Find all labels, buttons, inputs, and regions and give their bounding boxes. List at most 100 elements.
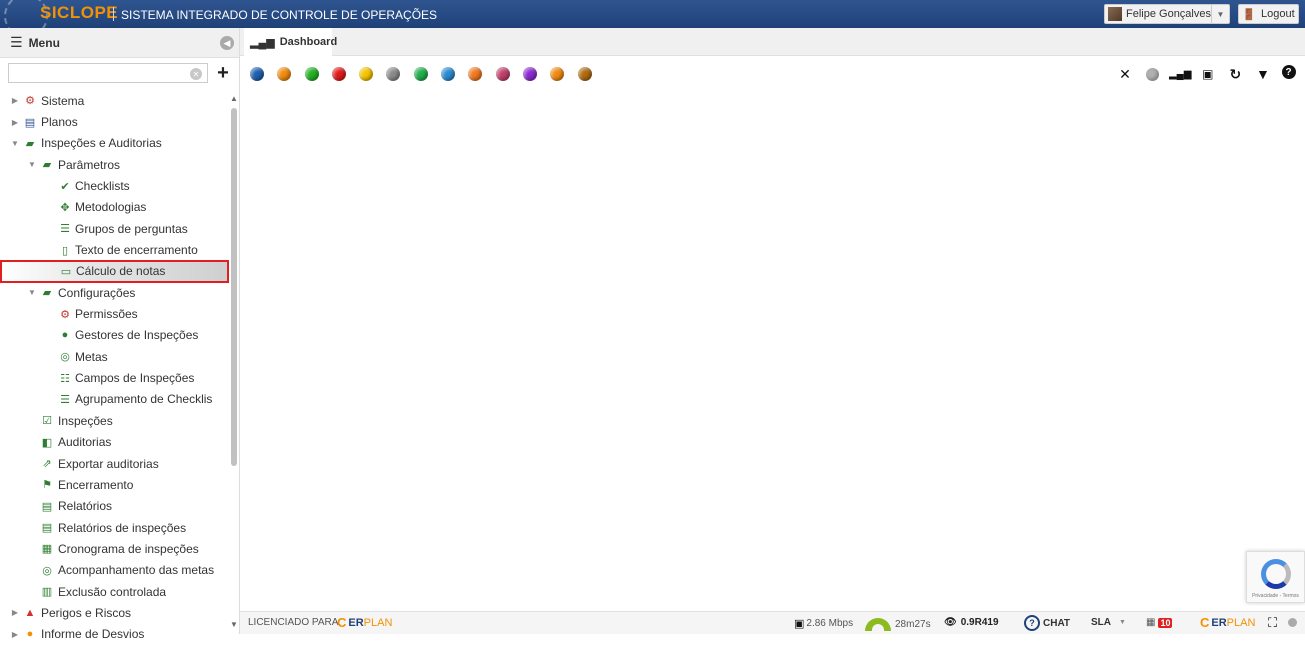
menu-item[interactable]: ▥ Exclusão controlada <box>0 581 228 602</box>
recaptcha-badge[interactable]: Privacidade - Termos <box>1246 551 1305 603</box>
user-circle-icon: ● <box>61 329 69 342</box>
clear-search-icon[interactable]: ✕ <box>190 68 202 80</box>
menu-item[interactable]: ☰ Agrupamento de Checklis <box>0 389 228 410</box>
calculator-icon: ▦ <box>1146 617 1156 628</box>
sla-dropdown[interactable]: SLA ▼ <box>1091 617 1126 628</box>
status-dot[interactable] <box>495 67 510 81</box>
collapse-arrow-icon[interactable]: ▼ <box>10 139 20 148</box>
menu-item[interactable]: ▭ Cálculo de notas <box>0 259 229 284</box>
menu-item[interactable]: ☷ Campos de Inspeções <box>0 367 228 388</box>
menu-item[interactable]: ☑ Inspeções <box>0 410 228 431</box>
tab-dashboard[interactable]: ▂▄▆ Dashboard <box>244 28 337 56</box>
menu-item-label: Configurações <box>58 285 136 300</box>
menu-item[interactable]: ▼ ▰ Configurações <box>0 282 228 303</box>
menu-tree: ▶ ⚙ Sistema ▶ ▤ Planos ▼ ▰ Inspeções e Auditoria… <box>0 90 229 645</box>
menu-item-label: Relatórios de inspeções <box>58 520 187 535</box>
sidebar-scrollbar[interactable]: ▲ ▼ <box>229 94 239 634</box>
collapse-arrow-icon[interactable]: ▼ <box>27 288 37 297</box>
notification-badge: 10 <box>1158 617 1173 628</box>
menu-search-input[interactable] <box>8 63 208 83</box>
fullscreen-icon[interactable]: ⛶ <box>1268 615 1277 631</box>
app-logo[interactable]: SICLOPE <box>40 3 118 23</box>
scroll-up-icon[interactable]: ▲ <box>230 94 238 103</box>
status-dot[interactable] <box>331 67 346 81</box>
menu-item-label: Exportar auditorias <box>58 456 159 471</box>
status-dot[interactable] <box>359 67 374 81</box>
chevron-down-icon: ▼ <box>1119 619 1126 626</box>
menu-item[interactable]: ▶ ⚙ Sistema <box>0 90 228 111</box>
expand-arrow-icon[interactable]: ▶ <box>10 608 20 617</box>
menu-item[interactable]: ✥ Metodologias <box>0 197 228 218</box>
expand-arrow-icon[interactable]: ▶ <box>10 96 20 105</box>
hamburger-icon[interactable]: ☰ <box>10 34 23 51</box>
menu-item[interactable]: ▼ ▰ Parâmetros <box>0 154 228 175</box>
pulse-monitor-icon[interactable]: ▣ <box>1199 65 1217 83</box>
status-dot[interactable] <box>468 67 483 81</box>
close-icon[interactable]: ✕ <box>1116 65 1134 83</box>
filter-icon[interactable]: ▼ <box>1254 65 1272 83</box>
gray-status-icon[interactable] <box>1144 65 1162 83</box>
menu-item[interactable]: ⚙ Permissões <box>0 303 228 324</box>
checkmark-icon: ✔ <box>60 180 70 193</box>
scroll-thumb[interactable] <box>231 108 237 466</box>
expand-arrow-icon[interactable]: ▶ <box>10 630 20 639</box>
scroll-down-icon[interactable]: ▼ <box>230 620 238 629</box>
status-dot[interactable] <box>250 67 264 81</box>
app-title: SISTEMA INTEGRADO DE CONTROLE DE OPERAÇÕ… <box>121 8 438 22</box>
chevron-down-icon[interactable]: ▼ <box>1211 5 1229 23</box>
collapse-arrow-icon[interactable]: ▼ <box>27 160 37 169</box>
refresh-icon[interactable]: ↻ <box>1226 65 1244 83</box>
menu-item[interactable]: ▤ Relatórios <box>0 496 228 517</box>
menu-item-label: Perigos e Riscos <box>41 605 132 620</box>
status-dot[interactable] <box>277 67 292 81</box>
gear-icon: ⚙ <box>60 308 70 321</box>
status-dot[interactable] <box>550 67 565 81</box>
menu-item[interactable]: ▶ ▤ Planos <box>0 111 228 132</box>
clipboard-check-icon: ☑ <box>42 415 52 428</box>
notifications[interactable]: ▦ 10 <box>1146 617 1173 628</box>
status-dot[interactable] <box>441 67 456 81</box>
menu-item[interactable]: ▶ ● Informe de Desvios <box>0 624 228 645</box>
menu-item[interactable]: ▤ Relatórios de inspeções <box>0 517 228 538</box>
door-exit-icon: 🚪 <box>1242 8 1257 21</box>
menu-item[interactable]: ◎ Metas <box>0 346 228 367</box>
collapse-sidebar-icon[interactable]: ◀ <box>220 36 234 50</box>
status-dot[interactable] <box>386 67 401 81</box>
bar-signal-icon[interactable]: ▂▄▆ <box>1169 65 1191 83</box>
status-dot[interactable] <box>304 67 319 81</box>
tab-label: Dashboard <box>279 36 338 48</box>
add-favorite-button[interactable]: + <box>213 62 233 84</box>
recaptcha-terms[interactable]: Privacidade - Termos <box>1252 593 1299 599</box>
status-dot[interactable] <box>413 67 428 81</box>
expand-arrow-icon[interactable]: ▶ <box>10 118 20 127</box>
user-menu-button[interactable]: Felipe Gonçalves ▼ <box>1104 4 1230 24</box>
menu-item[interactable]: ⇗ Exportar auditorias <box>0 453 228 474</box>
menu-item[interactable]: ✔ Checklists <box>0 175 228 196</box>
list-box-icon: ☰ <box>60 223 70 236</box>
menu-item-label: Metodologias <box>75 200 147 215</box>
gear-icon: ⚙ <box>25 95 35 108</box>
list-box-icon: ☰ <box>60 393 70 406</box>
target-icon: ◎ <box>60 351 70 364</box>
menu-item[interactable]: ▦ Cronograma de inspeções <box>0 538 228 559</box>
chat-button[interactable]: ? CHAT <box>1024 615 1070 631</box>
menu-item[interactable]: ⚑ Encerramento <box>0 474 228 495</box>
menu-item[interactable]: ▶ ▲ Perigos e Riscos <box>0 602 228 623</box>
menu-item[interactable]: ◎ Acompanhamento das metas <box>0 560 228 581</box>
menu-item[interactable]: ● Gestores de Inspeções <box>0 325 228 346</box>
bar-signal-icon: ▂▄▆ <box>250 36 275 49</box>
calendar-icon: ▤ <box>24 116 36 129</box>
logout-button[interactable]: 🚪 Logout <box>1238 4 1299 24</box>
status-dot[interactable] <box>577 67 592 81</box>
export-icon: ⇗ <box>42 458 52 471</box>
menu-item-label: Parâmetros <box>58 157 121 172</box>
menu-item[interactable]: ▯ Texto de encerramento <box>0 239 228 260</box>
menu-item[interactable]: ◧ Auditorias <box>0 432 228 453</box>
menu-item[interactable]: ▼ ▰ Inspeções e Auditorias <box>0 133 228 154</box>
status-dot[interactable] <box>522 67 537 81</box>
network-speed: ▣ 2.86 Mbps <box>794 618 854 630</box>
menu-item[interactable]: ☰ Grupos de perguntas <box>0 218 228 239</box>
menu-item-label: Sistema <box>41 93 85 108</box>
help-icon[interactable]: ? <box>1281 65 1296 79</box>
user-name: Felipe Gonçalves <box>1126 8 1211 20</box>
